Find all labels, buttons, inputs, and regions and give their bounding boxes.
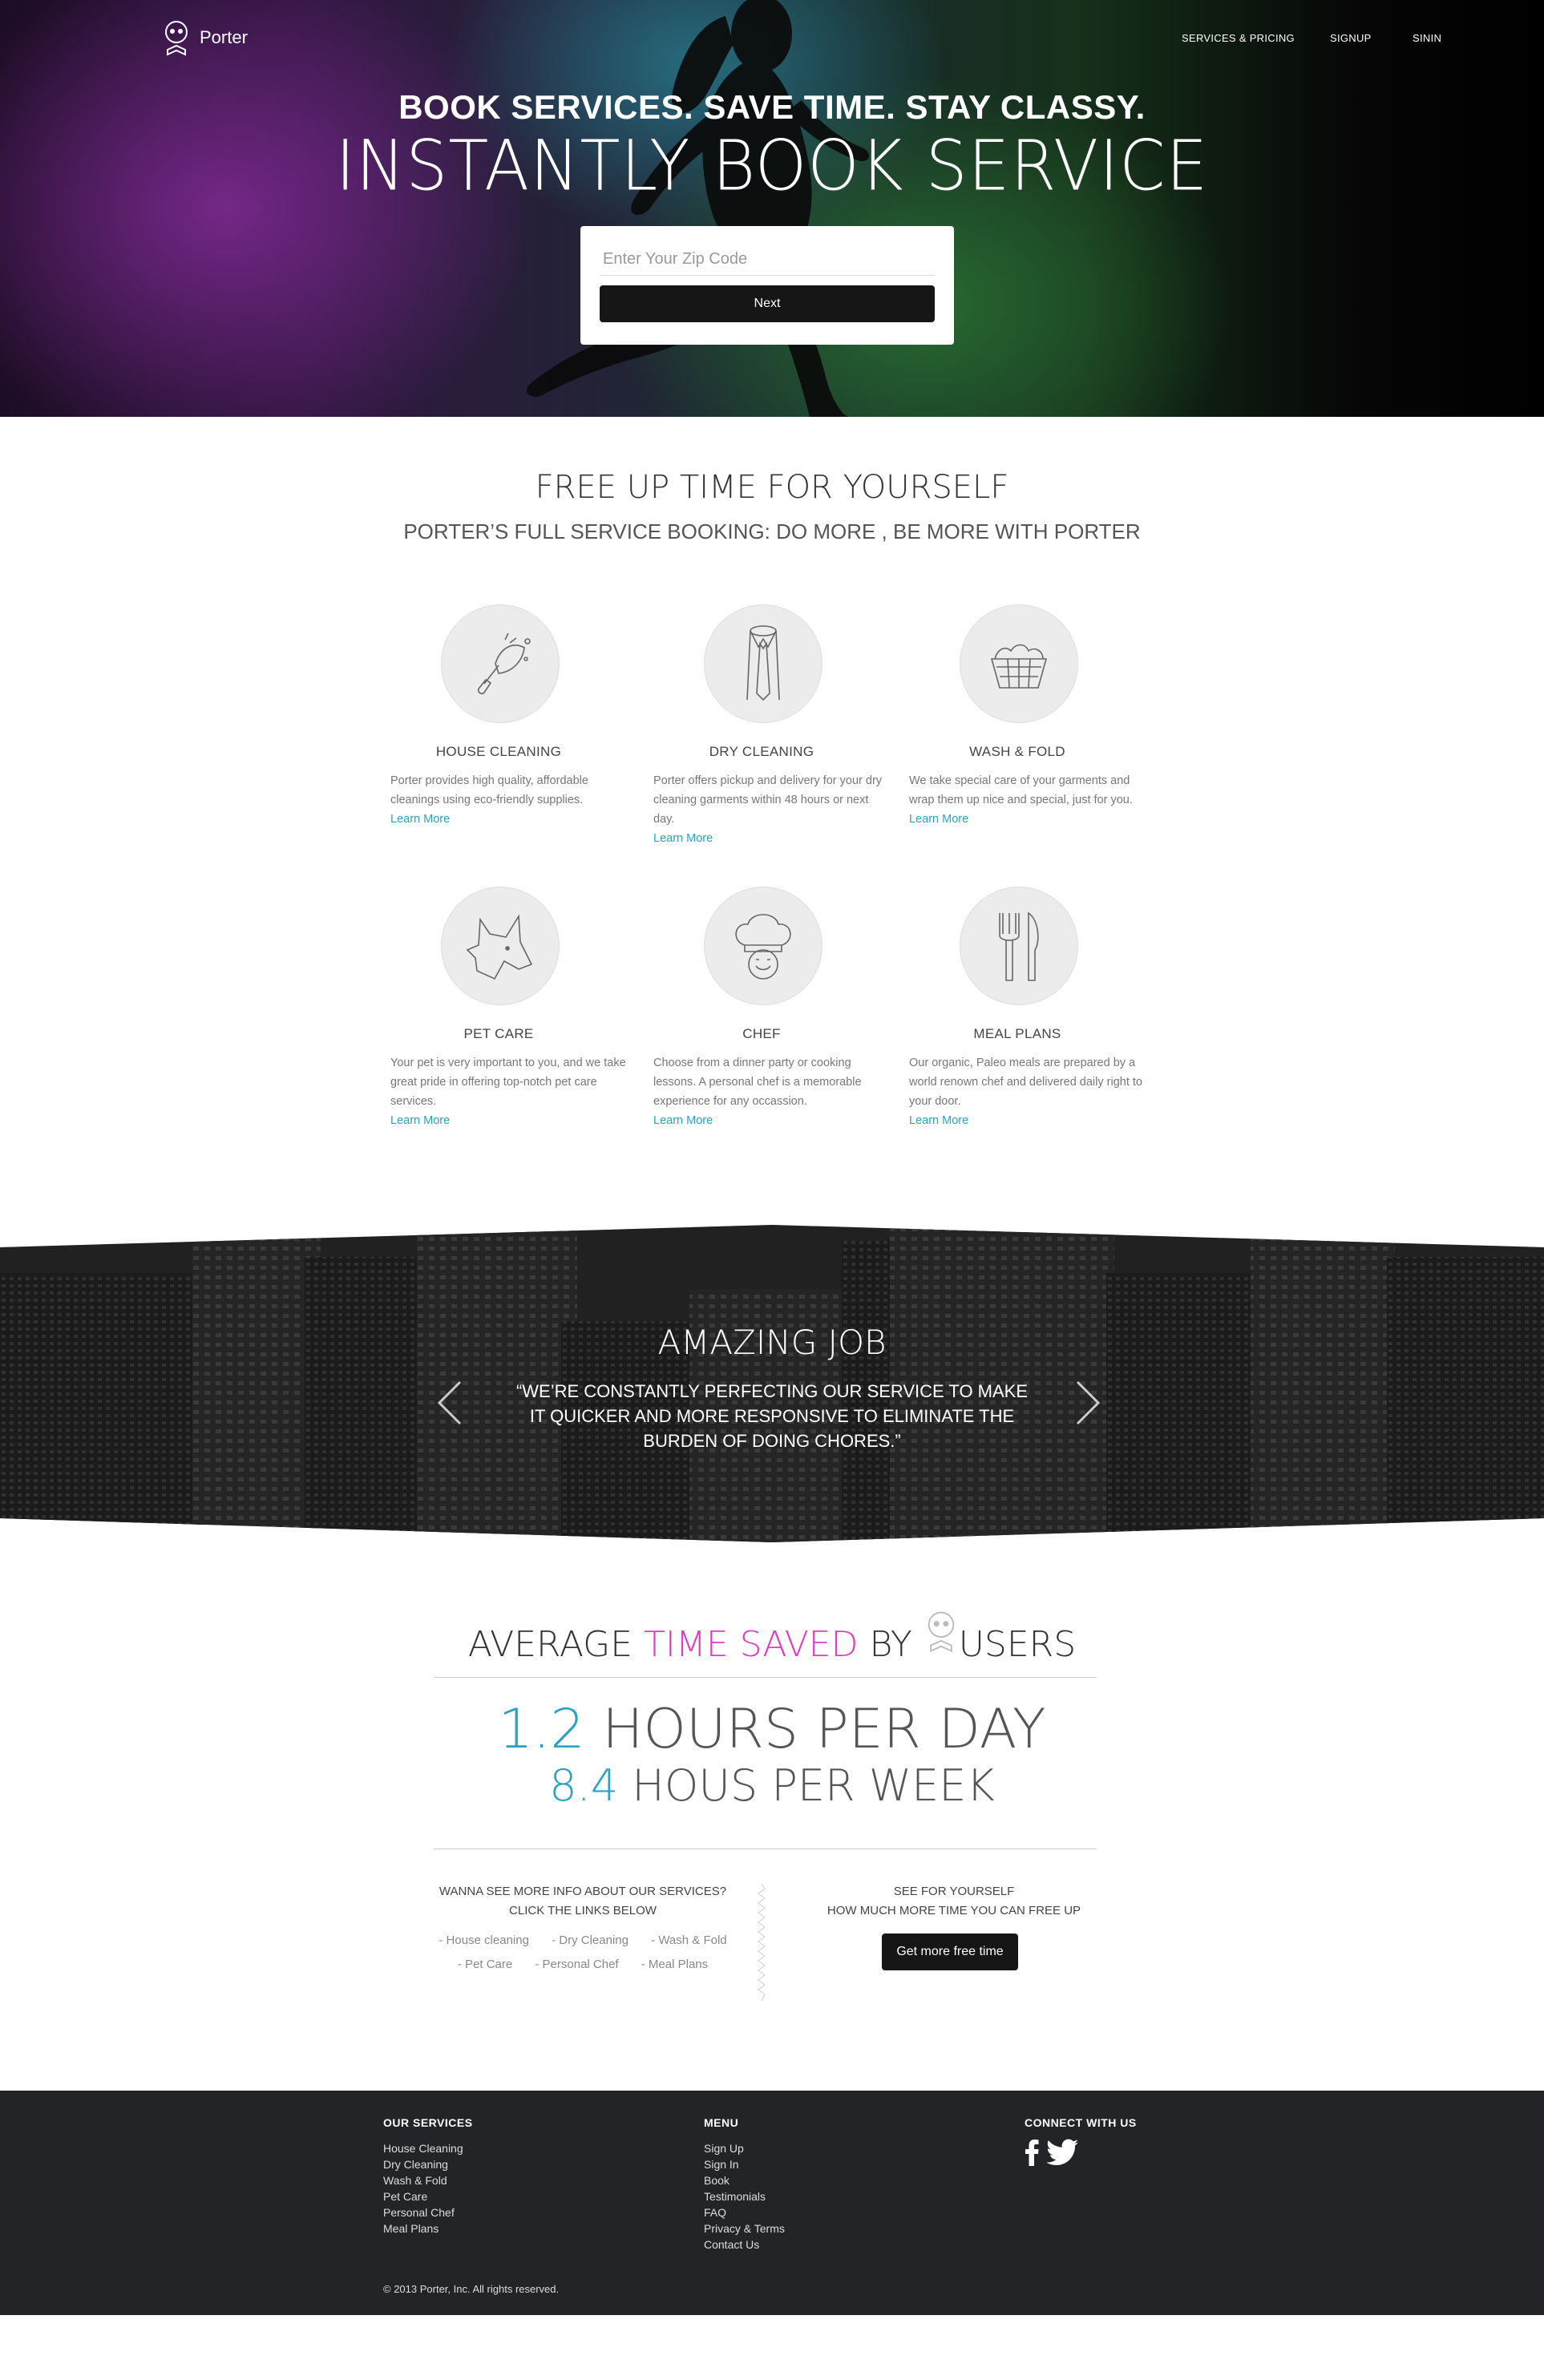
zigzag-divider [758,1884,766,2001]
free-time-prompt: SEE FOR YOURSELF HOW MUCH MORE TIME YOU … [827,1885,1081,1917]
learn-more-link[interactable]: Learn More [390,813,450,826]
learn-more-link[interactable]: Learn More [653,832,713,845]
next-button[interactable]: Next [600,285,935,322]
top-nav: SERVICES & PRICING SIGNUP SININ [0,32,1544,48]
social-links [1025,2139,1137,2166]
footer-link[interactable]: Privacy & Terms [704,2220,785,2237]
footer-heading: CONNECT WITH US [1025,2116,1137,2129]
service-links-row: - Pet Care - Personal Chef - Meal Plans [402,1958,763,1971]
hero-tagline: BOOK SERVICES. SAVE TIME. STAY CLASSY. [398,88,1146,126]
footer-link[interactable]: Wash & Fold [383,2172,473,2188]
service-title: DRY CLEANING [709,744,814,759]
footer-link[interactable]: Sign In [704,2156,785,2172]
testimonial-quote: “WE’RE CONSTANTLY PERFECTING OUR SERVICE… [515,1381,1029,1451]
footer: OUR SERVICES House Cleaning Dry Cleaning… [0,2091,1544,2315]
laundry-basket-icon [960,604,1078,723]
service-title: WASH & FOLD [969,744,1065,759]
learn-more-link[interactable]: Learn More [653,1114,713,1127]
learn-more-link[interactable]: Learn More [909,813,968,826]
footer-link[interactable]: Dry Cleaning [383,2156,473,2172]
footer-link[interactable]: Sign Up [704,2140,785,2156]
link-house-cleaning[interactable]: - House cleaning [439,1933,529,1947]
footer-link[interactable]: Meal Plans [383,2220,473,2237]
link-personal-chef[interactable]: - Personal Chef [535,1958,618,1971]
twitter-icon[interactable] [1047,2139,1079,2166]
footer-link[interactable]: Pet Care [383,2188,473,2204]
service-description: Our organic, Paleo meals are prepared by… [909,1057,1142,1127]
zip-form: Next [580,226,954,345]
footer-link[interactable]: Personal Chef [383,2204,473,2220]
hours-per-week: 8.4 HOUS PER WEEK [549,1760,995,1811]
service-title: CHEF [742,1026,781,1041]
footer-heading: MENU [704,2116,739,2129]
link-pet-care[interactable]: - Pet Care [458,1958,512,1971]
learn-more-link[interactable]: Learn More [390,1114,450,1127]
hero-headline: INSTANTLY BOOK SERVICE [335,126,1209,207]
service-description: Porter offers pickup and delivery for yo… [653,774,883,845]
learn-more-link[interactable]: Learn More [909,1114,968,1127]
link-meal-plans[interactable]: - Meal Plans [641,1958,708,1971]
footer-link[interactable]: House Cleaning [383,2140,473,2156]
footer-connect: CONNECT WITH US [1025,2116,1137,2166]
service-links-row: - House cleaning - Dry Cleaning - Wash &… [402,1933,763,1947]
service-description: We take special care of your garments an… [909,774,1133,826]
footer-services: OUR SERVICES House Cleaning Dry Cleaning… [383,2116,473,2237]
shirt-tie-icon [704,604,823,723]
porter-logo-icon [928,1611,954,1653]
footer-link[interactable]: Contact Us [704,2237,785,2253]
get-more-free-time-button[interactable]: Get more free time [882,1933,1018,1970]
stats-title: AVERAGE TIME SAVED BY USERS [0,1610,1544,1665]
info-prompt: WANNA SEE MORE INFO ABOUT OUR SERVICES? … [439,1885,727,1917]
service-description: Choose from a dinner party or cooking le… [653,1057,862,1127]
service-title: MEAL PLANS [973,1026,1061,1041]
service-description: Your pet is very important to you, and w… [390,1057,626,1127]
facebook-icon[interactable] [1025,2139,1039,2166]
copyright: © 2013 Porter, Inc. All rights reserved. [383,2283,560,2295]
service-description: Porter provides high quality, affordable… [390,774,588,826]
page-bottom [0,2315,1544,2380]
nav-signin[interactable]: SININ [1413,32,1441,44]
broom-icon [441,604,560,723]
services-title: FREE UP TIME FOR YOURSELF [535,469,1009,506]
link-wash-fold[interactable]: - Wash & Fold [651,1933,726,1947]
dog-head-icon [441,887,560,1005]
testimonial-title: AMAZING JOB [657,1323,887,1362]
footer-link[interactable]: FAQ [704,2204,785,2220]
services-subtitle: PORTER’S FULL SERVICE BOOKING: DO MORE ,… [403,519,1141,543]
footer-menu: MENU Sign Up Sign In Book Testimonials F… [704,2116,785,2253]
link-dry-cleaning[interactable]: - Dry Cleaning [552,1933,629,1947]
runner-silhouette [526,0,870,417]
footer-link[interactable]: Testimonials [704,2188,785,2204]
footer-heading: OUR SERVICES [383,2116,473,2129]
chevron-right-icon[interactable] [1073,1379,1105,1427]
nav-signup[interactable]: SIGNUP [1330,32,1372,44]
zip-code-input[interactable] [600,244,935,276]
chef-hat-icon [704,887,823,1005]
nav-services-pricing[interactable]: SERVICES & PRICING [1182,32,1295,44]
hours-per-day: 1.2 HOURS PER DAY [498,1698,1046,1761]
divider [435,1677,1097,1678]
service-title: HOUSE CLEANING [435,744,562,759]
service-title: PET CARE [463,1026,534,1041]
fork-knife-icon [960,887,1078,1005]
chevron-left-icon[interactable] [433,1379,465,1427]
footer-link[interactable]: Book [704,2172,785,2188]
hero-banner: Porter SERVICES & PRICING SIGNUP SININ B… [0,0,1544,417]
